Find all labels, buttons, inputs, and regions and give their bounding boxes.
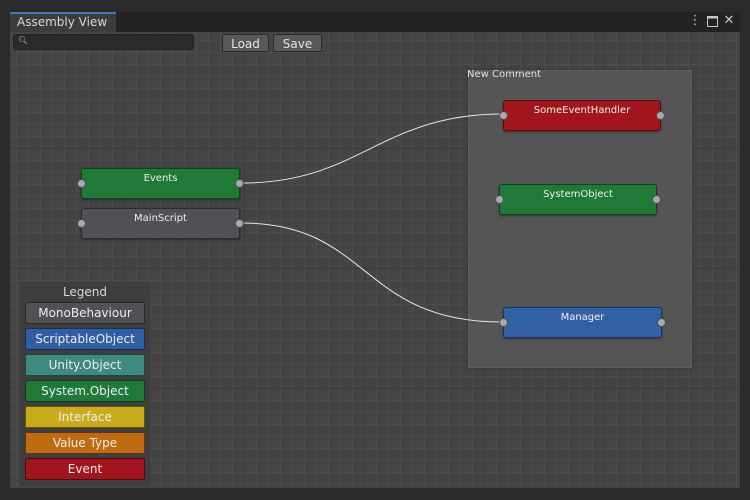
output-port[interactable] <box>657 318 666 327</box>
input-port[interactable] <box>77 219 86 228</box>
legend-title: Legend <box>62 285 108 299</box>
output-port[interactable] <box>652 195 661 204</box>
node-label: SystemObject <box>543 189 613 200</box>
title-bar: Assembly View ⋮ ✕ <box>10 12 740 33</box>
wire-mainscript-to-manager <box>241 222 503 323</box>
search-input[interactable]: 🔍︎ <box>13 34 194 50</box>
close-icon[interactable]: ✕ <box>722 13 736 29</box>
node-mainscript[interactable]: MainScript <box>77 208 244 239</box>
search-icon: 🔍︎ <box>18 36 29 45</box>
graph-canvas[interactable]: 🔍︎ Load Save New Comment Events MainScri… <box>10 32 740 488</box>
node-label: Events <box>143 173 178 184</box>
output-port[interactable] <box>235 179 244 188</box>
legend-item-scriptableobject: ScriptableObject <box>25 328 145 350</box>
input-port[interactable] <box>499 111 508 120</box>
wire-events-to-someeventhandler <box>241 113 504 184</box>
legend-item-system-object: System.Object <box>25 380 145 402</box>
legend-item-value-type: Value Type <box>25 432 145 454</box>
legend-panel: Legend MonoBehaviour ScriptableObject Un… <box>20 282 150 486</box>
tab-label: Assembly View <box>17 15 108 29</box>
legend-item-interface: Interface <box>25 406 145 428</box>
node-label: SomeEventHandler <box>533 105 631 116</box>
legend-item-unity-object: Unity.Object <box>25 354 145 376</box>
node-label: MainScript <box>134 213 187 224</box>
node-label: Manager <box>560 312 605 323</box>
input-port[interactable] <box>499 318 508 327</box>
input-port[interactable] <box>77 179 86 188</box>
kebab-menu-icon[interactable]: ⋮ <box>688 13 702 29</box>
tab-assembly-view[interactable]: Assembly View <box>10 12 116 32</box>
legend-item-monobehaviour: MonoBehaviour <box>25 302 145 324</box>
node-manager[interactable]: Manager <box>499 307 666 338</box>
legend-item-event: Event <box>25 458 145 480</box>
load-button[interactable]: Load <box>222 34 269 52</box>
output-port[interactable] <box>656 111 665 120</box>
node-someeventhandler[interactable]: SomeEventHandler <box>499 100 665 131</box>
node-systemobject[interactable]: SystemObject <box>495 184 661 215</box>
comment-title: New Comment <box>467 69 541 80</box>
maximize-icon[interactable] <box>705 13 719 32</box>
input-port[interactable] <box>495 195 504 204</box>
node-events[interactable]: Events <box>77 168 244 199</box>
save-button[interactable]: Save <box>273 34 322 52</box>
assembly-view-window: Assembly View ⋮ ✕ 🔍︎ Load Save New Comme… <box>10 12 740 488</box>
output-port[interactable] <box>235 219 244 228</box>
